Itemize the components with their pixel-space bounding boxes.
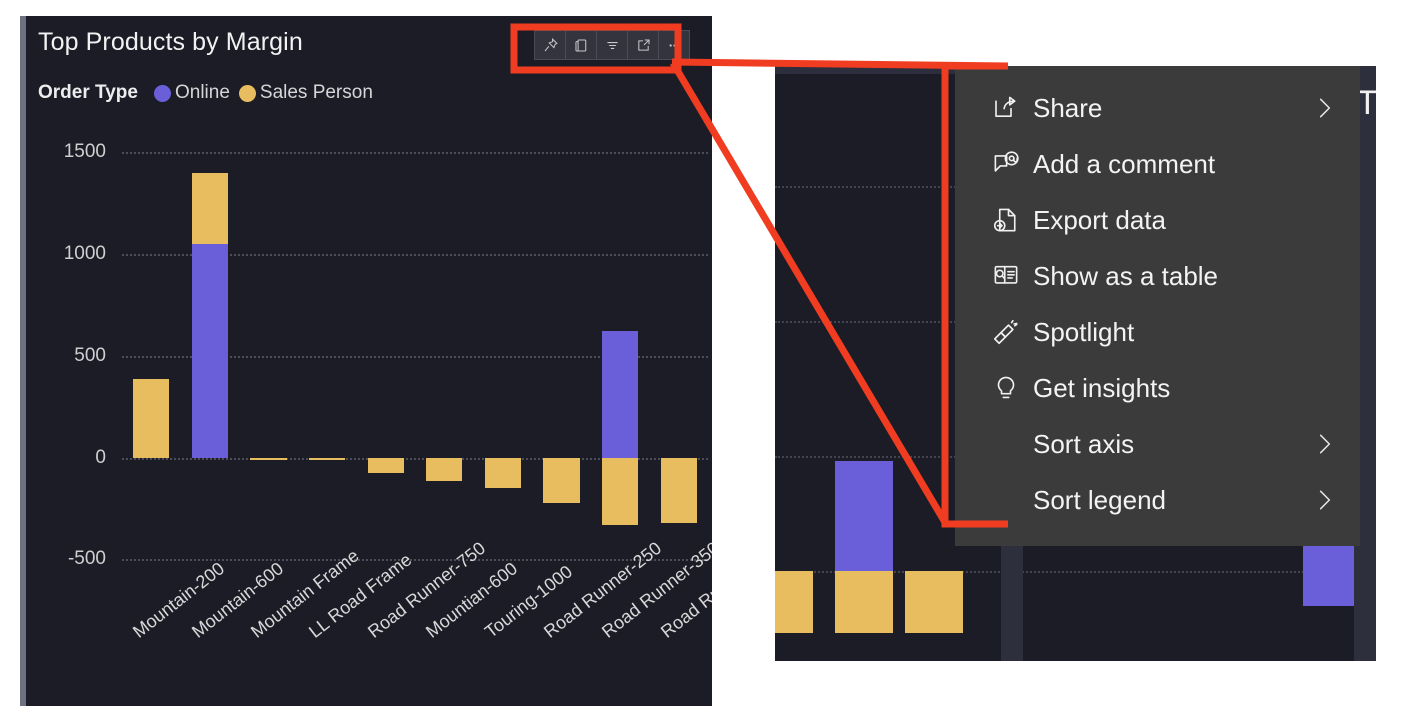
menu-item-label: Share (1033, 92, 1103, 123)
bar-segment-sales-person[interactable] (367, 457, 404, 474)
chart-plot-area[interactable]: 1500 1000 500 0 -500 Mountain-200 Mountain-600… (26, 120, 712, 641)
menu-item-get-insights[interactable]: Get insights (955, 360, 1360, 416)
menu-item-label: Get insights (1033, 372, 1171, 403)
comment-icon (991, 149, 1033, 179)
zoom-bar-online (835, 461, 893, 571)
menu-item-label: Show as a table (1033, 260, 1219, 291)
menu-item-show-as-a-table[interactable]: Show as a table (955, 248, 1360, 304)
bar-segment-sales-person[interactable] (308, 457, 346, 460)
legend-title: Order Type (38, 82, 138, 103)
bar-segment-sales-person[interactable] (484, 457, 522, 489)
spotlight-icon (991, 317, 1033, 347)
chart-legend: Order Type Online Sales Person (38, 82, 373, 104)
chevron-right-icon (1312, 485, 1338, 515)
page-title: Top Products by Margin (38, 28, 303, 56)
menu-item-label: Export data (1033, 204, 1166, 235)
menu-item-export-data[interactable]: Export data (955, 192, 1360, 248)
bar-segment-sales-person[interactable] (543, 457, 580, 504)
visual-card: Top Products by Margin Order Type Online… (20, 16, 712, 706)
legend-swatch-online (153, 84, 171, 102)
bar-segment-online[interactable] (191, 243, 229, 458)
zoom-bar-sales-person (905, 571, 963, 633)
bar-segment-sales-person[interactable] (660, 457, 697, 523)
filter-icon[interactable] (597, 31, 628, 59)
more-options-icon[interactable] (659, 31, 689, 59)
share-icon (991, 93, 1033, 123)
pin-icon[interactable] (535, 31, 566, 59)
focus-mode-icon[interactable] (628, 31, 659, 59)
legend-label-sales-person: Sales Person (259, 82, 373, 103)
menu-item-label: Add a comment (1033, 148, 1216, 179)
chevron-right-icon (1312, 429, 1338, 459)
bar-segment-sales-person[interactable] (191, 172, 229, 244)
y-axis-tick-label: 1500 (63, 141, 106, 163)
menu-item-label: Sort legend (1033, 484, 1166, 515)
menu-item-sort-axis[interactable]: Sort axis (955, 416, 1360, 472)
legend-swatch-sales-person (238, 84, 256, 102)
zoom-bar-sales-person (775, 571, 813, 633)
y-axis-tick-label: 1000 (63, 243, 106, 265)
copy-icon[interactable] (566, 31, 597, 59)
gridline (122, 152, 708, 155)
export-icon (991, 205, 1033, 235)
bar-segment-sales-person[interactable] (601, 457, 639, 525)
lightbulb-icon (991, 373, 1033, 403)
visual-header-toolbar (534, 30, 690, 60)
chevron-right-icon (1312, 93, 1338, 123)
table-icon (991, 261, 1033, 291)
bar-segment-sales-person[interactable] (133, 379, 170, 458)
legend-item-sales-person[interactable]: Sales Person (238, 82, 373, 104)
menu-item-label: Spotlight (1033, 316, 1135, 347)
gridline (122, 559, 708, 562)
bar-segment-sales-person[interactable] (250, 457, 287, 460)
menu-item-add-a-comment[interactable]: Add a comment (955, 136, 1360, 192)
legend-item-online[interactable]: Online (153, 82, 230, 104)
menu-item-spotlight[interactable]: Spotlight (955, 304, 1360, 360)
bar-segment-sales-person[interactable] (426, 457, 463, 481)
y-axis-tick-label: 500 (74, 344, 106, 366)
zoom-bar-sales-person (835, 571, 893, 633)
menu-item-label: Sort axis (1033, 428, 1135, 459)
screenshot-root: Top Products by Margin Order Type Online… (0, 0, 1418, 716)
menu-item-sort-legend[interactable]: Sort legend (955, 472, 1360, 528)
y-axis-tick-label: 0 (95, 446, 106, 468)
y-axis-tick-label: -500 (67, 548, 106, 570)
bar-segment-online[interactable] (601, 331, 639, 458)
menu-item-share[interactable]: Share (955, 80, 1360, 136)
legend-label-online: Online (174, 82, 230, 103)
visual-context-menu: Share Add a comment Export data Show as … (955, 66, 1360, 546)
